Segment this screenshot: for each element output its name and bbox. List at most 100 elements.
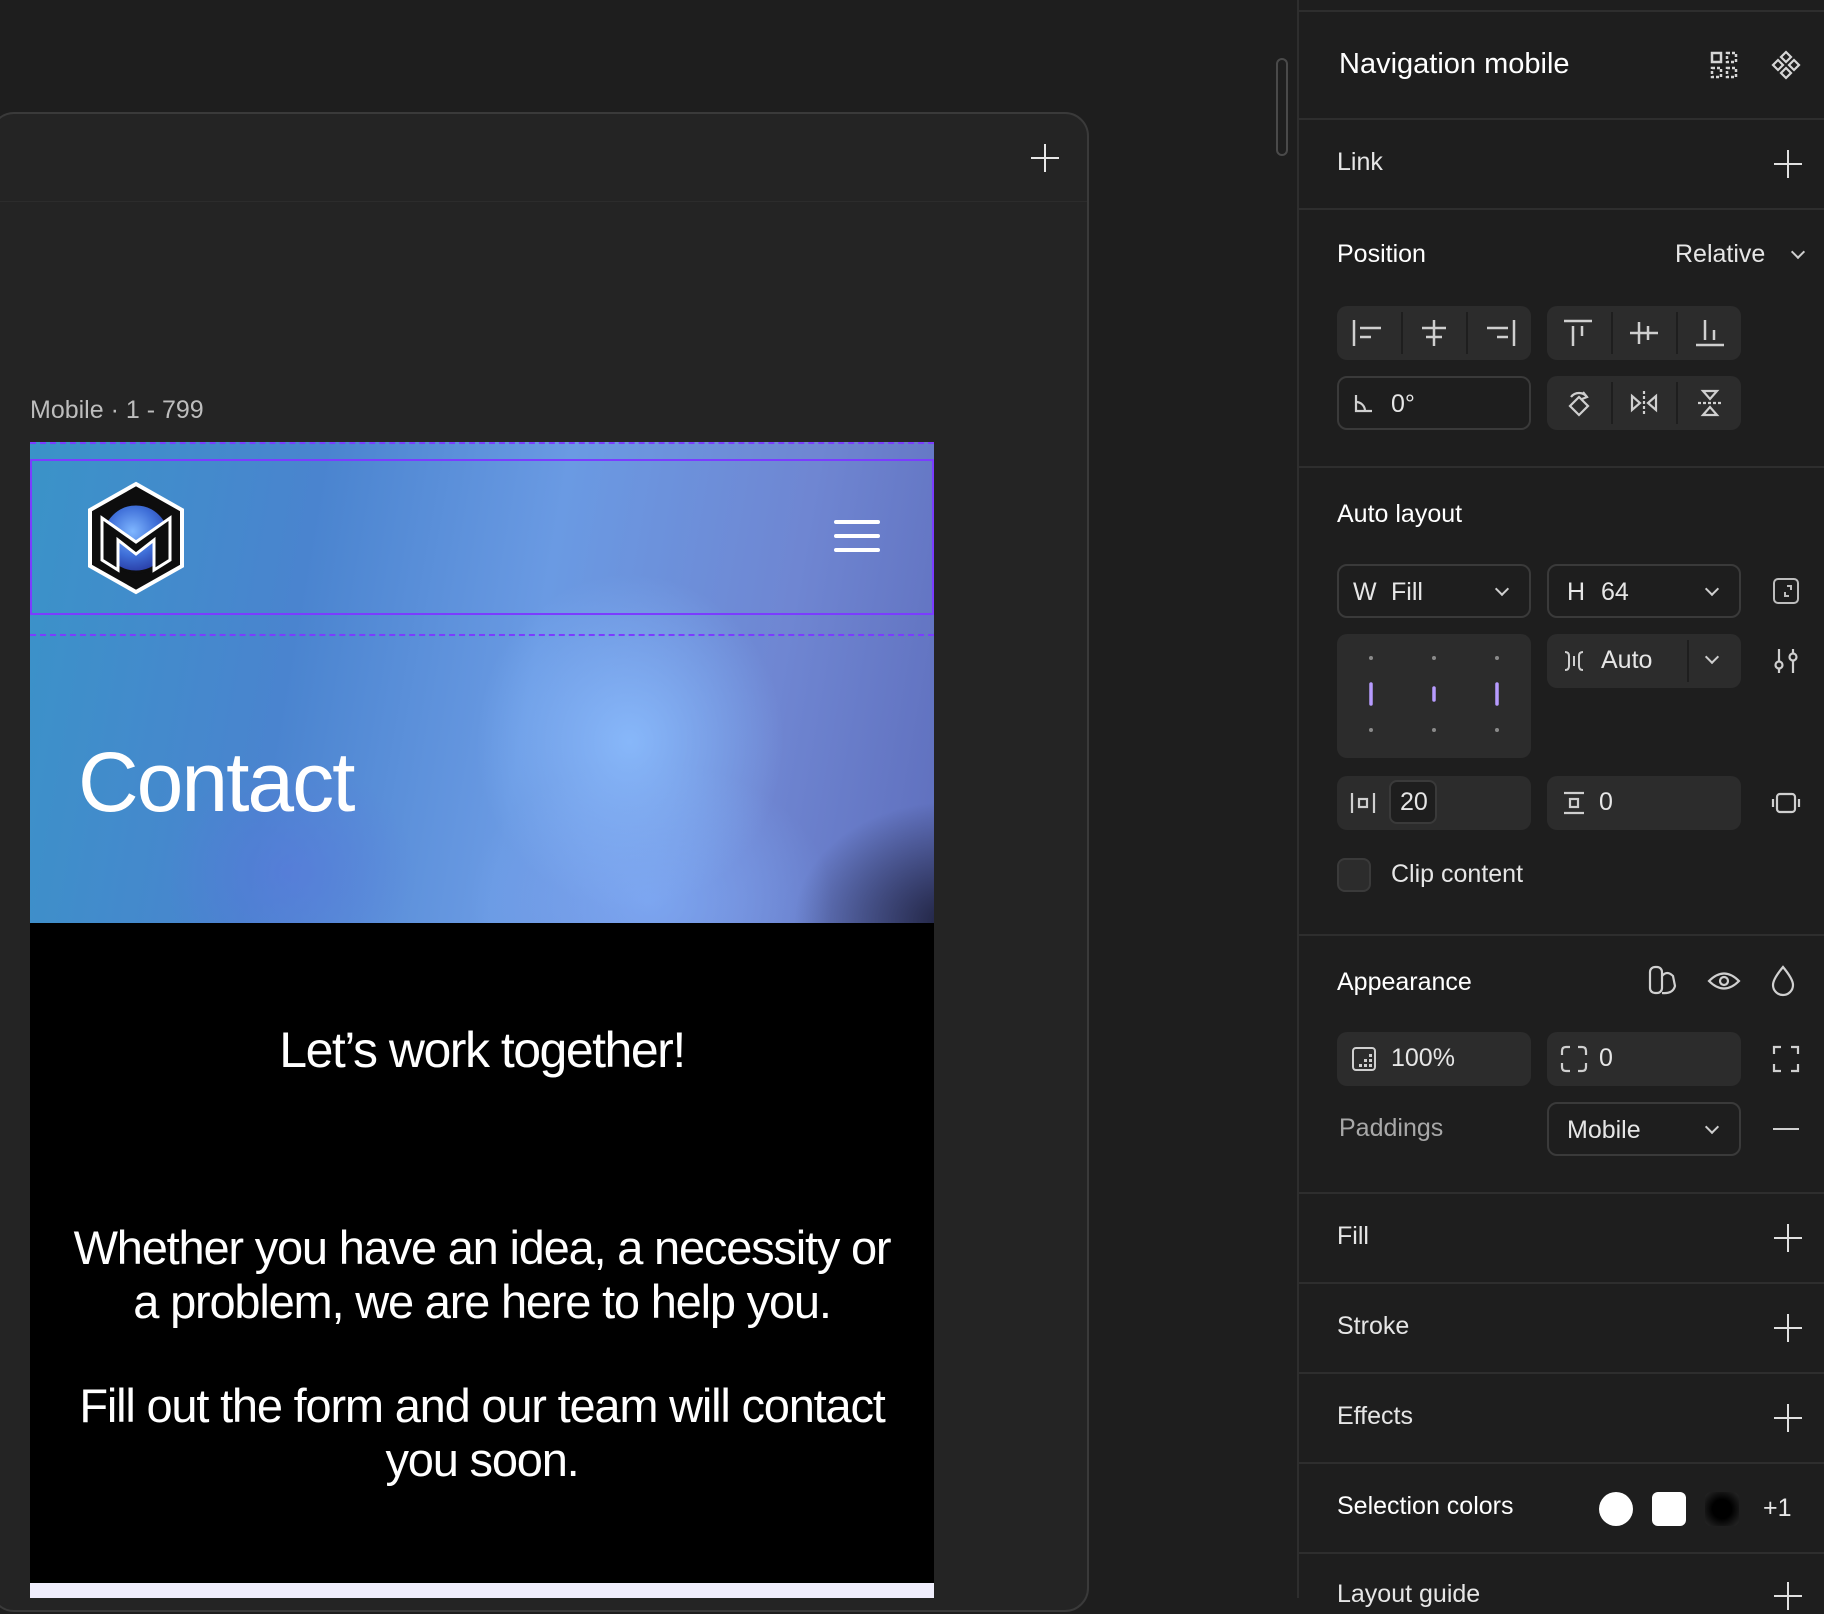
height-prefix: H — [1567, 578, 1586, 606]
position-chevron-down-icon[interactable] — [1790, 244, 1806, 260]
add-plus-icon[interactable] — [1031, 144, 1059, 172]
height-chevron-down-icon — [1704, 581, 1720, 597]
grid-icon[interactable] — [1709, 50, 1739, 80]
clip-content-checkbox[interactable] — [1337, 858, 1371, 892]
align-top-icon[interactable] — [1561, 318, 1595, 348]
remove-paddings-minus-icon[interactable] — [1773, 1128, 1799, 1130]
component-icon[interactable] — [1771, 50, 1801, 80]
variable-mode-icon[interactable] — [1647, 964, 1679, 998]
align-middle-v-icon[interactable] — [1627, 318, 1661, 348]
clip-content-label: Clip content — [1391, 860, 1524, 888]
align-bottom-icon[interactable] — [1693, 318, 1727, 348]
vertical-align-group — [1547, 306, 1741, 360]
gap-chevron-down-icon[interactable] — [1704, 649, 1720, 665]
add-layout-guide-plus-icon[interactable] — [1774, 1582, 1802, 1610]
align-center-h-icon[interactable] — [1417, 318, 1451, 348]
corner-radius-input[interactable]: 0 — [1547, 1032, 1741, 1086]
rotation-input[interactable]: 0° — [1337, 376, 1531, 430]
stroke-label: Stroke — [1337, 1312, 1410, 1340]
position-section: Position Relative 0° — [1299, 210, 1824, 468]
appearance-label: Appearance — [1337, 968, 1472, 996]
effects-label: Effects — [1337, 1402, 1413, 1430]
add-stroke-plus-icon[interactable] — [1774, 1314, 1802, 1342]
link-label: Link — [1337, 148, 1383, 176]
width-prefix: W — [1353, 578, 1377, 606]
angle-icon — [1354, 395, 1372, 413]
opacity-value: 100% — [1391, 1044, 1455, 1072]
corner-radius-value: 0 — [1599, 1044, 1613, 1072]
height-select[interactable]: H 64 — [1547, 564, 1741, 618]
auto-layout-section: Auto layout W Fill H 64 Auto 20 0 Clip c… — [1299, 468, 1824, 936]
align-left-icon[interactable] — [1351, 318, 1385, 348]
rotation-value: 0° — [1391, 390, 1415, 418]
canvas[interactable]: Mobile · 1 - 799 Contact Let’s work toge… — [0, 0, 1297, 1612]
color-swatch-black[interactable] — [1705, 1492, 1739, 1526]
panel-top-divider — [1299, 0, 1824, 12]
selection-colors-section: Selection colors +1 — [1299, 1464, 1824, 1554]
menu-hamburger-icon[interactable] — [834, 520, 880, 552]
position-label: Position — [1337, 240, 1426, 268]
width-value: Fill — [1391, 578, 1423, 606]
paddings-label: Paddings — [1339, 1114, 1444, 1142]
color-swatch-white[interactable] — [1652, 1492, 1686, 1526]
intro-section[interactable]: Let’s work together! Whether you have an… — [30, 923, 934, 1583]
independent-corners-icon[interactable] — [1771, 1044, 1801, 1074]
gap-value: Auto — [1601, 646, 1653, 674]
width-select[interactable]: W Fill — [1337, 564, 1531, 618]
stroke-section: Stroke — [1299, 1284, 1824, 1374]
panel-header: Navigation mobile — [1299, 12, 1824, 120]
effects-section: Effects — [1299, 1374, 1824, 1464]
gap-icon — [1564, 651, 1584, 671]
transform-group — [1547, 376, 1741, 430]
layer-name[interactable]: Navigation mobile — [1339, 48, 1570, 81]
blend-drop-icon[interactable] — [1769, 964, 1797, 998]
section-header — [0, 114, 1087, 202]
selection-guide-bottom — [30, 634, 934, 636]
individual-padding-icon[interactable] — [1771, 788, 1801, 818]
paddings-value: Mobile — [1567, 1116, 1641, 1144]
vertical-padding-input[interactable]: 0 — [1547, 776, 1741, 830]
alignment-grid-dots-icon — [1369, 656, 1499, 732]
selection-colors-label: Selection colors — [1337, 1492, 1514, 1520]
hero-title: Contact — [78, 735, 355, 829]
form-section[interactable] — [30, 1583, 934, 1598]
auto-layout-label: Auto layout — [1337, 500, 1463, 528]
paragraph-1: Whether you have an idea, a necessity or… — [73, 1221, 892, 1328]
paddings-chevron-down-icon — [1704, 1119, 1720, 1135]
flip-vertical-icon[interactable] — [1695, 388, 1725, 418]
horizontal-align-group — [1337, 306, 1531, 360]
resize-to-fit-icon[interactable] — [1771, 576, 1801, 606]
gap-select[interactable]: Auto — [1547, 634, 1741, 688]
corner-radius-icon — [1560, 1045, 1588, 1073]
horizontal-padding-value: 20 — [1400, 788, 1428, 816]
visibility-eye-icon[interactable] — [1707, 968, 1741, 994]
mobile-frame[interactable]: Contact Let’s work together! Whether you… — [30, 442, 934, 1598]
color-swatch-white-circle[interactable] — [1599, 1492, 1633, 1526]
flip-horizontal-icon[interactable] — [1629, 388, 1659, 418]
height-value: 64 — [1601, 578, 1629, 606]
hero-section[interactable]: Contact — [30, 442, 934, 923]
position-value[interactable]: Relative — [1675, 240, 1765, 269]
logo-icon[interactable] — [84, 480, 188, 596]
paragraph-2: Fill out the form and our team will cont… — [79, 1379, 885, 1486]
fill-label: Fill — [1337, 1222, 1369, 1250]
canvas-scrollbar[interactable] — [1276, 58, 1288, 156]
more-colors-count[interactable]: +1 — [1763, 1494, 1792, 1523]
opacity-icon — [1352, 1047, 1376, 1071]
paddings-select[interactable]: Mobile — [1547, 1102, 1741, 1156]
layout-settings-icon[interactable] — [1771, 646, 1801, 676]
layout-guide-section: Layout guide — [1299, 1554, 1824, 1614]
add-fill-plus-icon[interactable] — [1774, 1224, 1802, 1252]
horizontal-padding-icon — [1350, 793, 1376, 813]
width-chevron-down-icon — [1494, 581, 1510, 597]
horizontal-padding-input[interactable]: 20 — [1337, 776, 1531, 830]
opacity-input[interactable]: 100% — [1337, 1032, 1531, 1086]
frame-label[interactable]: Mobile · 1 - 799 — [30, 396, 204, 425]
rotate-icon[interactable] — [1565, 388, 1593, 418]
add-effect-plus-icon[interactable] — [1774, 1404, 1802, 1432]
subheading: Let’s work together! — [279, 1022, 686, 1078]
link-section: Link — [1299, 120, 1824, 210]
align-right-icon[interactable] — [1483, 318, 1517, 348]
alignment-grid[interactable] — [1337, 634, 1531, 758]
add-link-plus-icon[interactable] — [1774, 150, 1802, 178]
